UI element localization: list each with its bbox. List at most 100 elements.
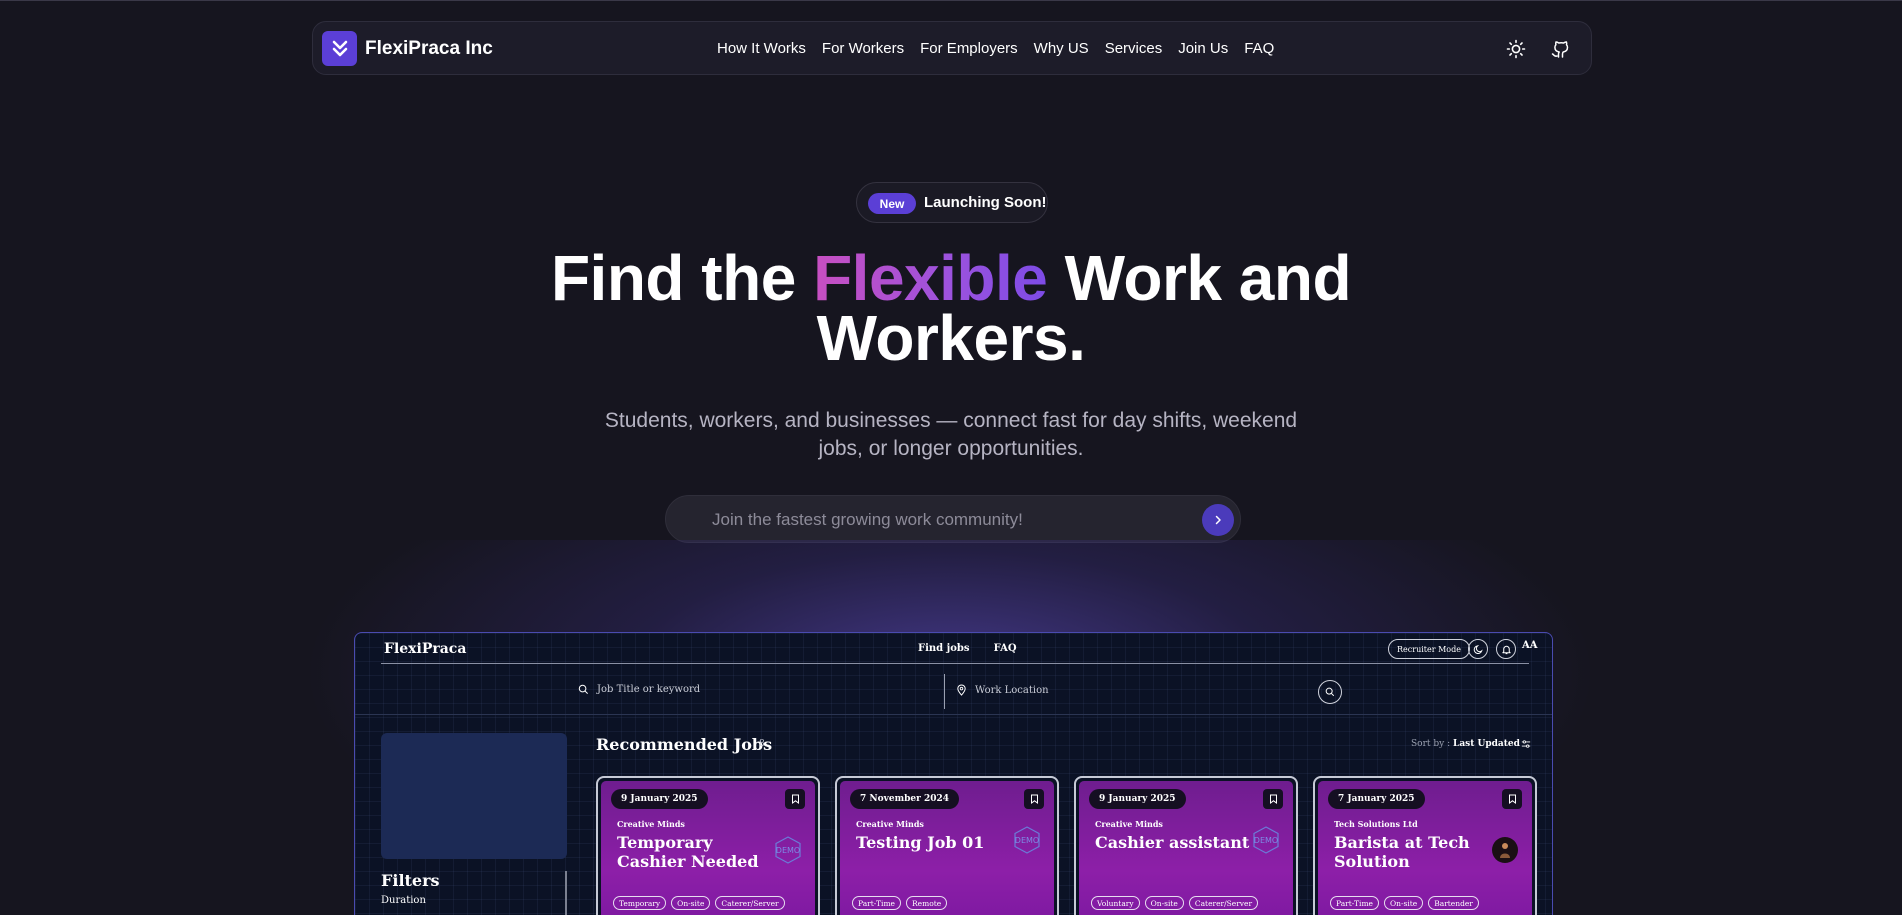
badge-text: Launching Soon!	[924, 194, 1047, 211]
nav-link-join-us[interactable]: Join Us	[1178, 40, 1228, 57]
job-tag: Part-Time	[852, 896, 901, 910]
filter-banner	[381, 733, 567, 859]
job-title: Cashier assistant	[1095, 833, 1250, 852]
job-tag: Caterer/Server	[1188, 896, 1259, 910]
preview-nav-faq[interactable]: FAQ	[994, 643, 1017, 654]
app-preview: FlexiPraca Find jobs FAQ Recruiter Mode …	[354, 632, 1553, 915]
bookmark-icon[interactable]	[1263, 789, 1283, 809]
launch-badge: New Launching Soon!	[856, 182, 1048, 223]
job-title: Testing Job 01	[856, 833, 985, 852]
font-size-toggle[interactable]: AA	[1522, 640, 1538, 651]
company-logo-text: DEMO	[776, 846, 800, 855]
recommended-jobs-title: Recommended Jobs	[596, 735, 773, 754]
job-tags: Temporary On-site Caterer/Server	[613, 896, 785, 910]
preview-header-divider	[381, 663, 1529, 664]
sort-value: Last Updated	[1452, 739, 1520, 749]
company-logo-text: DEMO	[1254, 836, 1278, 845]
logo-icon[interactable]	[322, 31, 357, 66]
hero-title: Find the Flexible Work and Workers.	[451, 246, 1451, 370]
nav-link-for-employers[interactable]: For Employers	[920, 40, 1018, 57]
job-date: 7 January 2025	[1328, 789, 1425, 809]
recruiter-mode-button[interactable]: Recruiter Mode	[1388, 639, 1470, 659]
avatar	[1492, 837, 1518, 863]
job-card[interactable]: 7 January 2025 Tech Solutions Ltd Barist…	[1313, 776, 1537, 915]
job-tags: Voluntary On-site Caterer/Server	[1091, 896, 1259, 910]
job-tags: Part-Time On-site Bartender	[1330, 896, 1479, 910]
job-tags: Part-Time Remote	[852, 896, 948, 910]
location-field[interactable]: Work Location	[956, 684, 1049, 696]
job-company: Creative Minds	[1095, 819, 1163, 829]
sliders-icon[interactable]	[1521, 739, 1531, 749]
keyword-field[interactable]: Job Title or keyword	[578, 684, 700, 695]
job-tag: Voluntary	[1091, 896, 1140, 910]
job-card[interactable]: 9 January 2025 Creative Minds Cashier as…	[1074, 776, 1298, 915]
join-community-input[interactable]	[712, 509, 1152, 531]
hero-title-part-1: Find the	[550, 242, 796, 314]
company-logo: DEMO	[1251, 825, 1281, 855]
job-tag: On-site	[671, 896, 711, 910]
preview-search-bar: Job Title or keyword Work Location	[355, 671, 1552, 715]
nav-link-services[interactable]: Services	[1105, 40, 1163, 57]
search-divider	[944, 674, 945, 709]
job-card-body: 9 January 2025 Creative Minds Temporary …	[601, 781, 815, 915]
nav-links: How It Works For Workers For Employers W…	[717, 40, 1274, 57]
job-card-body: 7 November 2024 Creative Minds Testing J…	[840, 781, 1054, 915]
join-community-field	[665, 495, 1241, 543]
recommended-jobs-count: 8	[759, 739, 765, 749]
github-icon[interactable]	[1548, 37, 1572, 61]
job-card-body: 7 January 2025 Tech Solutions Ltd Barist…	[1318, 781, 1532, 915]
search-icon	[1325, 687, 1335, 697]
bell-icon[interactable]	[1496, 639, 1516, 659]
new-badge: New	[868, 193, 916, 214]
nav-link-why-us[interactable]: Why US	[1034, 40, 1089, 57]
job-title: Barista at Tech Solution	[1334, 833, 1470, 871]
search-icon	[578, 684, 588, 694]
hero-title-line-2: Workers.	[816, 302, 1086, 374]
moon-icon[interactable]	[1468, 639, 1488, 659]
company-logo: DEMO	[1012, 825, 1042, 855]
job-tag: Bartender	[1428, 896, 1479, 910]
job-company: Tech Solutions Ltd	[1334, 819, 1418, 829]
filters-scrollbar[interactable]	[565, 871, 567, 915]
preview-nav: Find jobs FAQ	[918, 643, 1017, 654]
job-date: 9 January 2025	[611, 789, 708, 809]
hero-subtitle: Students, workers, and businesses — conn…	[604, 409, 1298, 460]
job-tag: On-site	[1384, 896, 1424, 910]
preview-search-button[interactable]	[1318, 680, 1342, 704]
sort-control[interactable]: Sort by : Last Updated	[1411, 739, 1520, 749]
job-card[interactable]: 9 January 2025 Creative Minds Temporary …	[596, 776, 820, 915]
job-title: Temporary Cashier Needed	[617, 833, 759, 871]
brand-name[interactable]: FlexiPraca Inc	[365, 38, 493, 60]
job-card[interactable]: 7 November 2024 Creative Minds Testing J…	[835, 776, 1059, 915]
location-placeholder: Work Location	[975, 684, 1049, 696]
job-tag: Temporary	[613, 896, 667, 910]
job-company: Creative Minds	[856, 819, 924, 829]
sort-label: Sort by :	[1411, 739, 1451, 749]
hero-title-part-2: Work and	[1064, 242, 1352, 314]
join-submit-button[interactable]	[1202, 504, 1234, 536]
job-card-body: 9 January 2025 Creative Minds Cashier as…	[1079, 781, 1293, 915]
nav-link-faq[interactable]: FAQ	[1244, 40, 1274, 57]
company-avatar	[1490, 835, 1520, 865]
bookmark-icon[interactable]	[1502, 789, 1522, 809]
bookmark-icon[interactable]	[1024, 789, 1044, 809]
company-logo-text: DEMO	[1015, 836, 1039, 845]
chevron-right-icon	[1215, 515, 1221, 525]
job-tag: Remote	[906, 896, 948, 910]
top-navbar: FlexiPraca Inc How It Works For Workers …	[312, 21, 1592, 75]
nav-link-for-workers[interactable]: For Workers	[822, 40, 904, 57]
bookmark-icon[interactable]	[785, 789, 805, 809]
duration-label: Duration	[381, 895, 426, 906]
location-pin-icon	[957, 684, 966, 696]
sun-icon[interactable]	[1504, 37, 1528, 61]
job-date: 7 November 2024	[850, 789, 960, 809]
preview-nav-find-jobs[interactable]: Find jobs	[918, 643, 970, 654]
preview-brand: FlexiPraca	[384, 641, 467, 657]
job-tag: Caterer/Server	[715, 896, 785, 910]
filters-title: Filters	[381, 871, 440, 890]
nav-link-how-it-works[interactable]: How It Works	[717, 40, 806, 57]
keyword-placeholder: Job Title or keyword	[597, 684, 701, 695]
top-border	[0, 0, 1902, 1]
job-tag: Part-Time	[1330, 896, 1379, 910]
job-company: Creative Minds	[617, 819, 685, 829]
